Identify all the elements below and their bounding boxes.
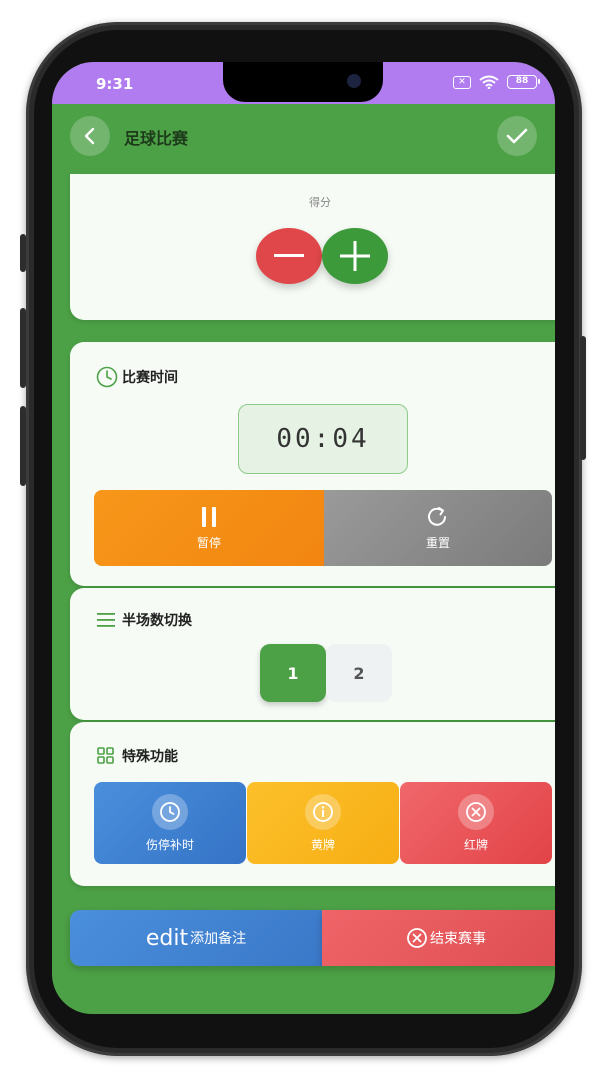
side-button-power xyxy=(580,336,586,460)
dynamic-island xyxy=(223,62,383,102)
score-label: 得分 xyxy=(309,196,331,209)
timer-card-header: 比赛时间 xyxy=(96,366,178,388)
app-screen: 9:31 ✕ 88 足球比赛 得分 比赛时间 00:04 暂停 重置 半场数切换… xyxy=(52,62,555,1014)
red-card-button[interactable]: 红牌 xyxy=(400,782,552,864)
check-icon xyxy=(506,128,528,144)
yellow-card-button[interactable]: 黄牌 xyxy=(247,782,399,864)
sim-off-icon: ✕ xyxy=(453,75,471,89)
status-icons: ✕ 88 xyxy=(453,75,540,89)
add-note-label: 添加备注 xyxy=(190,931,247,947)
red-card-label: 红牌 xyxy=(463,837,488,852)
confirm-button[interactable] xyxy=(497,116,537,156)
plus-icon xyxy=(340,241,370,271)
info-icon xyxy=(305,793,341,830)
timer-card-title: 比赛时间 xyxy=(122,370,178,386)
wifi-icon xyxy=(479,75,499,89)
side-button-silent xyxy=(20,234,26,272)
score-plus-button[interactable] xyxy=(322,228,388,284)
pause-icon xyxy=(202,506,216,527)
clock-icon xyxy=(152,793,188,830)
edit-icon: edit xyxy=(145,925,189,951)
reset-label: 重置 xyxy=(425,535,450,550)
half-card-header: 半场数切换 xyxy=(96,610,192,630)
pause-label: 暂停 xyxy=(196,535,221,550)
special-functions-card: 特殊功能 伤停补时 黄牌 红牌 xyxy=(70,722,555,886)
minus-icon xyxy=(274,254,304,257)
battery-icon: 88 xyxy=(507,75,540,89)
score-card: 得分 xyxy=(70,174,555,320)
clock-icon xyxy=(96,366,118,388)
side-button-volume-up xyxy=(20,308,26,388)
yellow-card-label: 黄牌 xyxy=(310,837,335,852)
end-match-label: 结束赛事 xyxy=(430,931,486,947)
score-minus-button[interactable] xyxy=(256,228,322,284)
page-title: 足球比赛 xyxy=(124,129,189,148)
close-circle-icon xyxy=(407,928,427,948)
added-time-button[interactable]: 伤停补时 xyxy=(94,782,246,864)
end-match-button[interactable]: 结束赛事 xyxy=(322,910,555,966)
grid-icon xyxy=(97,747,114,764)
reset-button[interactable]: 重置 xyxy=(324,490,552,566)
refresh-icon xyxy=(428,506,446,526)
half-option-1[interactable]: 1 xyxy=(260,644,326,702)
pause-button[interactable]: 暂停 xyxy=(94,490,324,566)
timer-display: 00:04 xyxy=(238,404,408,474)
close-circle-icon xyxy=(458,793,494,830)
chevron-left-icon xyxy=(84,127,95,145)
menu-icon xyxy=(97,613,115,627)
half-switch-card: 半场数切换 1 2 xyxy=(70,588,555,720)
special-card-title: 特殊功能 xyxy=(122,749,178,765)
half-card-title: 半场数切换 xyxy=(122,613,192,629)
camera-icon xyxy=(347,74,361,88)
status-time: 9:31 xyxy=(96,75,134,93)
app-header: 足球比赛 xyxy=(52,104,555,174)
special-card-header: 特殊功能 xyxy=(96,746,178,766)
side-button-volume-down xyxy=(20,406,26,486)
status-bar: 9:31 ✕ 88 xyxy=(52,62,555,104)
back-button[interactable] xyxy=(70,116,110,156)
half-option-2[interactable]: 2 xyxy=(326,644,392,702)
timer-card: 比赛时间 00:04 暂停 重置 xyxy=(70,342,555,586)
add-note-button[interactable]: edit 添加备注 xyxy=(70,910,322,966)
added-time-label: 伤停补时 xyxy=(145,837,194,852)
